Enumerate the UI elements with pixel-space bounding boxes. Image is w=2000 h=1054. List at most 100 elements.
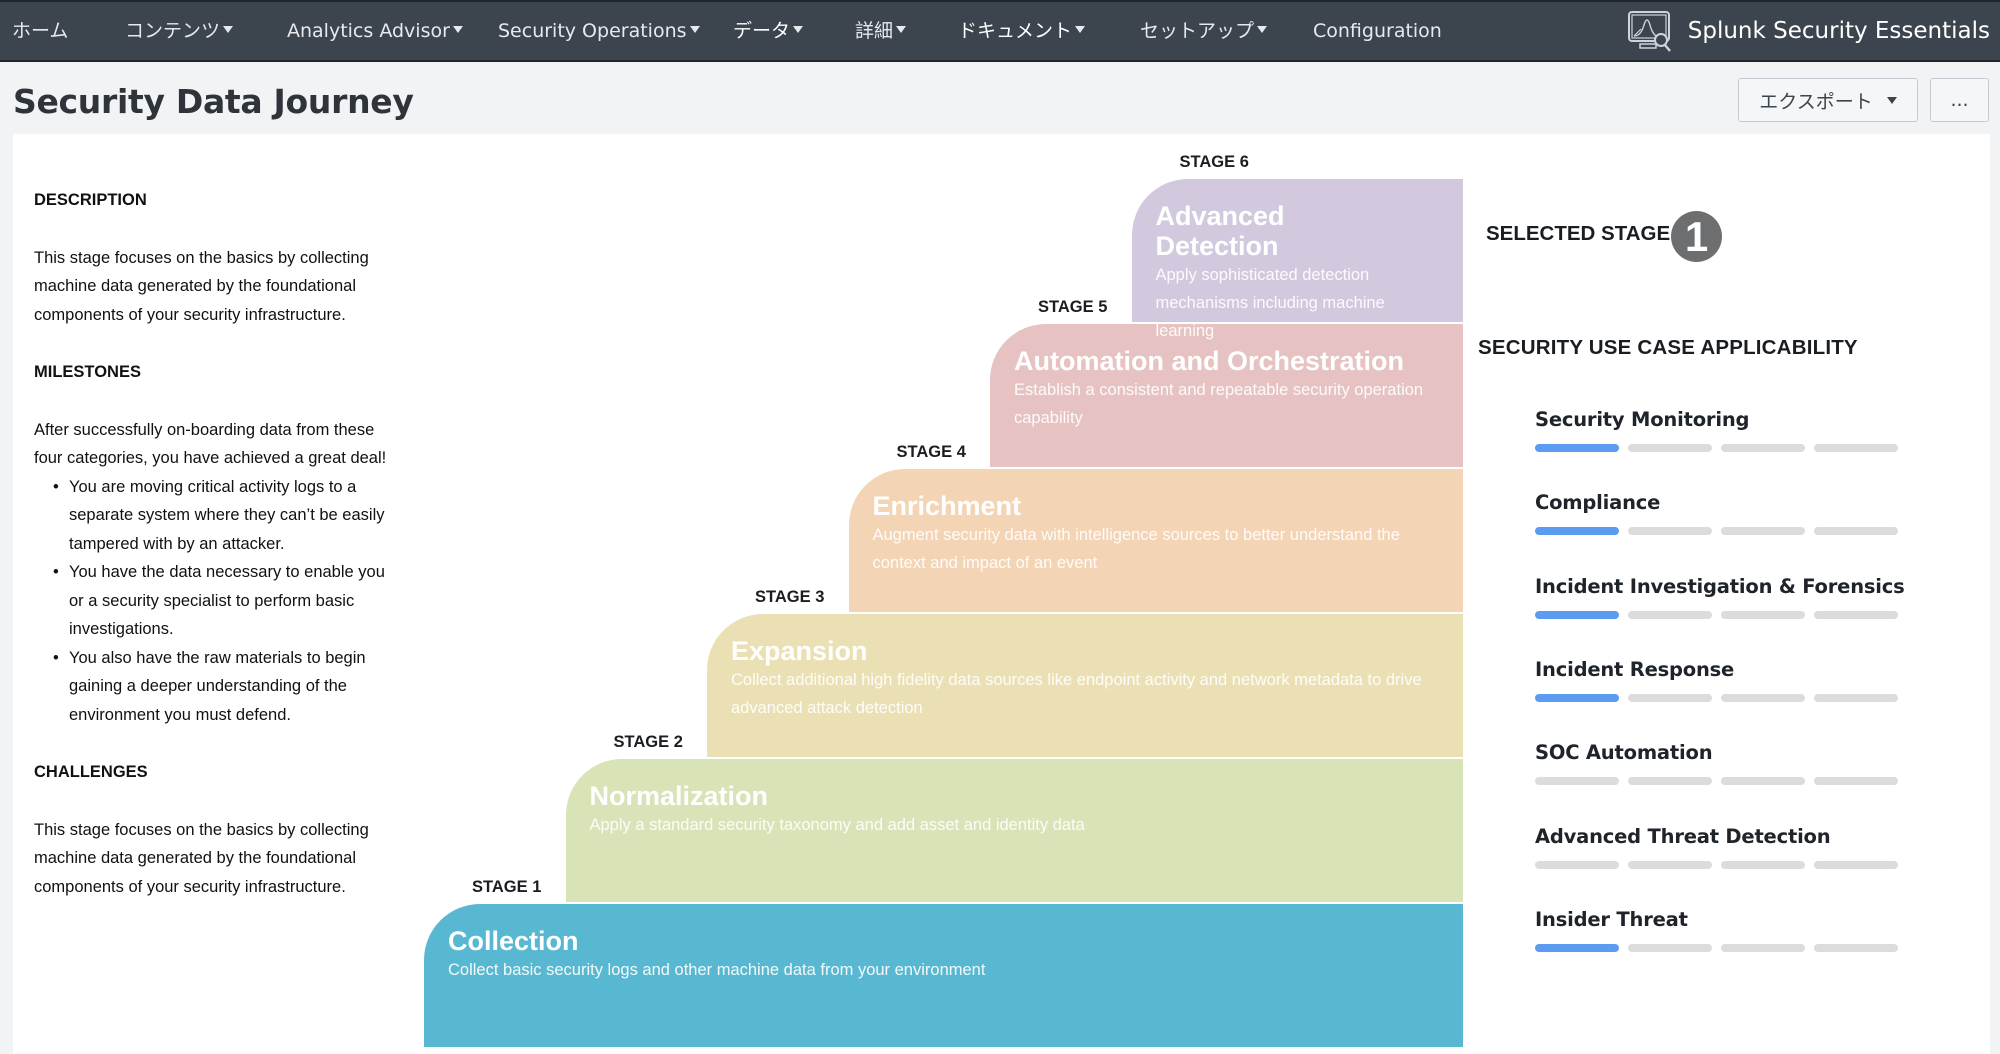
nav-setup[interactable]: セットアップ xyxy=(1140,2,1268,60)
meter-segment-empty xyxy=(1628,527,1712,536)
nav-documents[interactable]: ドキュメント xyxy=(958,2,1086,60)
meter-segment-empty xyxy=(1721,777,1805,786)
nav-home[interactable]: ホーム xyxy=(12,2,68,60)
meter-segment-empty xyxy=(1535,777,1619,786)
use-case-item: Compliance xyxy=(1535,491,1915,536)
selected-stage-label: SELECTED STAGE xyxy=(1486,222,1671,245)
export-label: エクスポート xyxy=(1759,90,1873,113)
stage-title: Enrichment xyxy=(872,491,1022,521)
stage-label: STAGE 4 xyxy=(896,443,966,461)
stage-block-2[interactable]: Normalization Apply a standard security t… xyxy=(565,759,1463,902)
meter-segment-empty xyxy=(1814,610,1898,619)
use-case-item: Incident Investigation & Forensics xyxy=(1535,574,1915,619)
meter-segment-empty xyxy=(1721,943,1805,952)
stage-label: STAGE 6 xyxy=(1179,153,1249,171)
brand-name: Splunk Security Essentials xyxy=(1687,18,1990,44)
caret-down-icon xyxy=(1886,96,1897,104)
meter-segment-filled xyxy=(1535,943,1619,952)
stage-block-1[interactable]: Collection Collect basic security logs an… xyxy=(424,904,1463,1047)
stage-title: Expansion xyxy=(731,636,868,666)
milestone-item: You have the data necessary to enable yo… xyxy=(53,558,394,644)
nav-details[interactable]: 詳細 xyxy=(855,2,907,60)
meter-segment-empty xyxy=(1721,693,1805,702)
nav-security-operations[interactable]: Security Operations xyxy=(498,2,700,60)
caret-down-icon xyxy=(793,26,804,33)
stage-title: Collection xyxy=(448,926,579,956)
meter-segment-filled xyxy=(1535,610,1619,619)
meter-segment-empty xyxy=(1628,860,1712,869)
use-case-item: Advanced Threat Detection xyxy=(1535,824,1915,869)
export-button[interactable]: エクスポート xyxy=(1738,78,1918,122)
meter-segment-empty xyxy=(1814,943,1898,952)
stage-description: Apply a standard security taxonomy and a… xyxy=(589,816,1085,834)
milestone-item: You are moving critical activity logs to… xyxy=(53,473,394,559)
stage-description: Apply sophisticated detection mechanisms… xyxy=(1155,266,1385,340)
stage-block-3[interactable]: Expansion Collect additional high fidelit… xyxy=(707,614,1463,757)
more-options-button[interactable]: ... xyxy=(1930,78,1989,122)
app-brand[interactable]: Splunk Security Essentials xyxy=(1626,2,1990,60)
challenges-heading: CHALLENGES xyxy=(34,763,148,781)
applicability-meter xyxy=(1535,444,1898,452)
description-heading: DESCRIPTION xyxy=(34,191,147,209)
nav-data[interactable]: データ xyxy=(733,2,804,60)
meter-segment-empty xyxy=(1814,527,1898,536)
top-navigation: ホーム コンテンツ Analytics Advisor Security Ope… xyxy=(0,0,2000,62)
meter-segment-filled xyxy=(1535,444,1619,452)
stage-description: Collect additional high fidelity data so… xyxy=(731,671,1422,717)
milestones-heading: MILESTONES xyxy=(34,363,141,381)
meter-segment-filled xyxy=(1535,693,1619,702)
meter-segment-filled xyxy=(1535,527,1619,536)
meter-segment-empty xyxy=(1721,527,1805,536)
use-case-name: Advanced Threat Detection xyxy=(1535,824,1831,848)
applicability-meter xyxy=(1535,943,1898,952)
stage-title: Normalization xyxy=(589,781,769,811)
meter-segment-empty xyxy=(1628,444,1712,452)
selected-stage-badge: 1 xyxy=(1671,211,1722,262)
description-text: This stage focuses on the basics by coll… xyxy=(34,248,369,324)
meter-segment-empty xyxy=(1628,693,1712,702)
nav-data-label: データ xyxy=(733,20,791,42)
stage-description: Establish a consistent and repeatable se… xyxy=(1014,381,1424,427)
meter-segment-empty xyxy=(1628,943,1712,952)
stage-label: STAGE 1 xyxy=(472,878,542,896)
meter-segment-empty xyxy=(1628,610,1712,619)
use-case-item: Incident Response xyxy=(1535,657,1915,702)
nav-setup-label: セットアップ xyxy=(1140,20,1255,42)
applicability-heading: SECURITY USE CASE APPLICABILITY xyxy=(1478,336,1858,359)
use-case-name: Incident Response xyxy=(1535,657,1735,681)
applicability-meter xyxy=(1535,610,1898,619)
use-case-name: SOC Automation xyxy=(1535,741,1713,765)
nav-documents-label: ドキュメント xyxy=(958,20,1073,42)
nav-security-operations-label: Security Operations xyxy=(498,20,687,42)
meter-segment-empty xyxy=(1814,444,1898,452)
milestones-intro: After successfully on-boarding data from… xyxy=(34,420,387,468)
nav-content[interactable]: コンテンツ xyxy=(125,2,234,60)
meter-segment-empty xyxy=(1535,860,1619,869)
caret-down-icon xyxy=(1075,26,1086,33)
stage-label: STAGE 2 xyxy=(613,733,683,751)
stage-details: DESCRIPTION This stage focuses on the ba… xyxy=(34,186,394,930)
meter-segment-empty xyxy=(1814,777,1898,786)
stage-block-5[interactable]: Automation and Orchestration Establish a … xyxy=(990,324,1463,467)
caret-down-icon xyxy=(223,26,234,33)
stage-title: Advanced Detection xyxy=(1155,201,1285,261)
use-case-name: Compliance xyxy=(1535,491,1661,515)
use-case-name: Security Monitoring xyxy=(1535,408,1750,431)
meter-segment-empty xyxy=(1628,777,1712,786)
nav-configuration[interactable]: Configuration xyxy=(1313,2,1442,60)
monitor-chart-search-icon xyxy=(1627,11,1671,52)
use-case-name: Incident Investigation & Forensics xyxy=(1535,574,1905,598)
meter-segment-empty xyxy=(1721,860,1805,869)
nav-analytics-advisor[interactable]: Analytics Advisor xyxy=(287,2,463,60)
stage-block-6[interactable]: Advanced Detection Apply sophisticated de… xyxy=(1131,179,1463,340)
use-case-item: Security Monitoring xyxy=(1535,408,1915,452)
applicability-meter xyxy=(1535,860,1898,869)
milestones-list: You are moving critical activity logs to… xyxy=(34,473,394,730)
use-case-item: Insider Threat xyxy=(1535,908,1915,952)
more-options-label: ... xyxy=(1950,89,1969,111)
stage-block-4[interactable]: Enrichment Augment security data with int… xyxy=(848,469,1463,612)
meter-segment-empty xyxy=(1721,444,1805,452)
applicability-meter xyxy=(1535,777,1898,786)
nav-content-label: コンテンツ xyxy=(125,20,221,42)
meter-segment-empty xyxy=(1721,610,1805,619)
